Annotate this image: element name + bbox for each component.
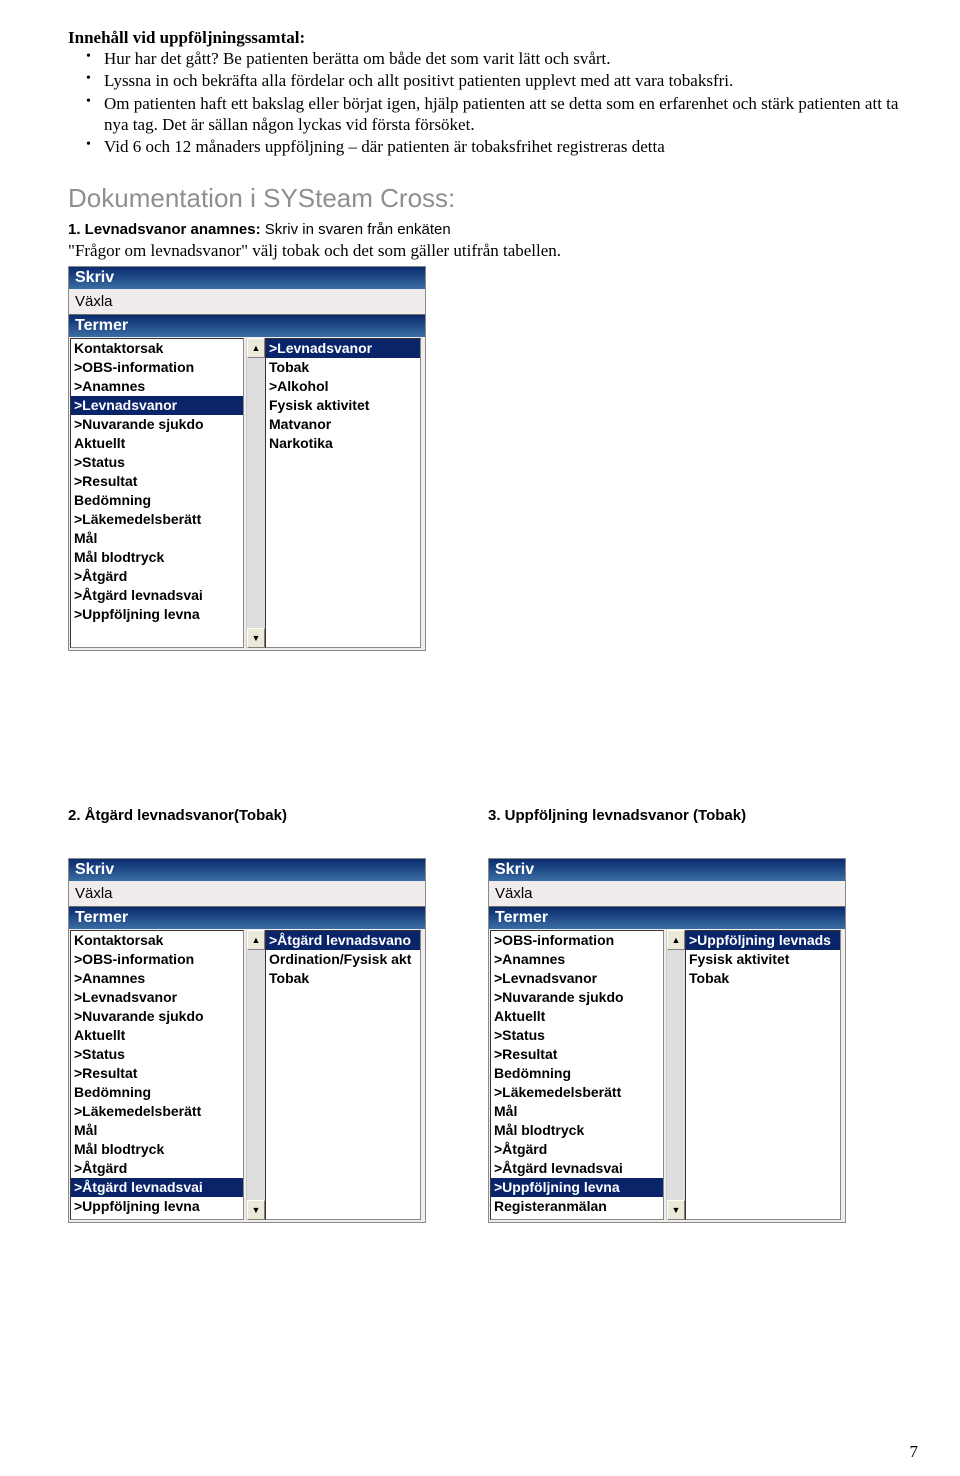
list-item[interactable]: >Status [71, 453, 243, 472]
list-item[interactable]: Tobak [686, 969, 840, 988]
list-item[interactable]: >Levnadsvanor [71, 988, 243, 1007]
step2-heading: 2. Åtgärd levnadsvanor(Tobak) [68, 807, 428, 824]
list-item[interactable]: Mål [71, 529, 243, 548]
scroll-down-icon[interactable]: ▼ [247, 1200, 265, 1220]
list-item[interactable]: >Åtgärd levnadsvai [71, 586, 243, 605]
list-item[interactable]: Bedömning [491, 1064, 663, 1083]
list-item[interactable]: Narkotika [266, 434, 420, 453]
list-item[interactable]: Ordination/Fysisk akt [266, 950, 420, 969]
list-item[interactable]: >OBS-information [491, 931, 663, 950]
list-item[interactable]: >Anamnes [71, 969, 243, 988]
list-item[interactable]: >Levnadsvanor [491, 969, 663, 988]
step1-rest: Skriv in svaren från enkäten [261, 221, 451, 238]
scrollbar[interactable]: ▲ ▼ [246, 338, 265, 648]
list-item[interactable]: Kontaktorsak [71, 931, 243, 950]
screenshot-panel-3: Skriv Växla Termer >OBS-information>Anam… [488, 858, 846, 1223]
list-item[interactable]: >Åtgärd levnadsvai [71, 1178, 243, 1197]
scroll-down-icon[interactable]: ▼ [667, 1200, 685, 1220]
list-item[interactable]: >Uppföljning levnads [686, 931, 840, 950]
list-item: Vid 6 och 12 månaders uppföljning – där … [86, 136, 920, 157]
list-item[interactable]: >Nuvarande sjukdo [71, 1007, 243, 1026]
panel-header: Termer [69, 314, 425, 337]
list-item[interactable]: Mål [71, 1121, 243, 1140]
panel-header: Termer [69, 906, 425, 929]
list-item[interactable]: >Åtgärd [491, 1140, 663, 1159]
list-item[interactable]: >Åtgärd levnadsvano [266, 931, 420, 950]
list-item[interactable]: Tobak [266, 969, 420, 988]
term-list-right[interactable]: >Åtgärd levnadsvanoOrdination/Fysisk akt… [265, 930, 421, 1220]
term-list-right[interactable]: >Uppföljning levnadsFysisk aktivitetToba… [685, 930, 841, 1220]
screenshot-panel-2: Skriv Växla Termer Kontaktorsak>OBS-info… [68, 858, 426, 1223]
list-item[interactable]: >Åtgärd [71, 1159, 243, 1178]
list-item[interactable]: Tobak [266, 358, 420, 377]
bullet-list: Hur har det gått? Be patienten berätta o… [68, 48, 920, 157]
scrollbar[interactable]: ▲ ▼ [666, 930, 685, 1220]
list-item[interactable]: Registeranmälan [491, 1197, 663, 1216]
panel-title: Skriv [489, 859, 845, 881]
term-list-left[interactable]: Kontaktorsak>OBS-information>Anamnes>Lev… [70, 930, 244, 1220]
list-item[interactable]: Matvanor [266, 415, 420, 434]
list-item[interactable]: >Läkemedelsberätt [491, 1083, 663, 1102]
list-item: Om patienten haft ett bakslag eller börj… [86, 93, 920, 136]
doc-heading: Dokumentation i SYSteam Cross: [68, 183, 920, 214]
list-item[interactable]: Fysisk aktivitet [686, 950, 840, 969]
scroll-down-icon[interactable]: ▼ [247, 628, 265, 648]
list-item[interactable]: Aktuellt [491, 1007, 663, 1026]
list-item[interactable]: Kontaktorsak [71, 339, 243, 358]
list-item[interactable]: Mål blodtryck [71, 548, 243, 567]
list-item[interactable]: >Anamnes [491, 950, 663, 969]
list-item[interactable]: >Status [491, 1026, 663, 1045]
list-item[interactable]: >Uppföljning levna [71, 1197, 243, 1216]
list-item[interactable]: >Levnadsvanor [71, 396, 243, 415]
list-item[interactable]: Mål blodtryck [491, 1121, 663, 1140]
list-item: Lyssna in och bekräfta alla fördelar och… [86, 70, 920, 91]
panel-header: Termer [489, 906, 845, 929]
list-item[interactable]: >Anamnes [71, 377, 243, 396]
panel-sub: Växla [489, 881, 845, 906]
list-item[interactable]: >OBS-information [71, 358, 243, 377]
screenshot-panel-1: Skriv Växla Termer Kontaktorsak>OBS-info… [68, 266, 426, 651]
list-item[interactable]: >Uppföljning levna [71, 605, 243, 624]
scroll-up-icon[interactable]: ▲ [667, 930, 685, 950]
step1-text: 1. Levnadsvanor anamnes: Skriv in svaren… [68, 220, 920, 262]
step1-lead: 1. Levnadsvanor anamnes: [68, 221, 261, 238]
step1-line2: "Frågor om levnadsvanor" välj tobak och … [68, 241, 561, 260]
page-number: 7 [910, 1442, 919, 1462]
scroll-up-icon[interactable]: ▲ [247, 338, 265, 358]
list-item[interactable]: >Nuvarande sjukdo [71, 415, 243, 434]
panel-sub: Växla [69, 289, 425, 314]
list-item[interactable]: Mål blodtryck [71, 1140, 243, 1159]
list-item[interactable]: >Uppföljning levna [491, 1178, 663, 1197]
list-item[interactable]: >Resultat [491, 1045, 663, 1064]
list-item[interactable]: Mål [491, 1102, 663, 1121]
section-title: Innehåll vid uppföljningssamtal: [68, 28, 920, 48]
list-item[interactable]: >Levnadsvanor [266, 339, 420, 358]
term-list-right[interactable]: >LevnadsvanorTobak>AlkoholFysisk aktivit… [265, 338, 421, 648]
step3-heading: 3. Uppföljning levnadsvanor (Tobak) [488, 807, 848, 824]
list-item[interactable]: >Status [71, 1045, 243, 1064]
list-item[interactable]: >Resultat [71, 472, 243, 491]
panel-title: Skriv [69, 267, 425, 289]
scroll-up-icon[interactable]: ▲ [247, 930, 265, 950]
term-list-left[interactable]: Kontaktorsak>OBS-information>Anamnes>Lev… [70, 338, 244, 648]
list-item[interactable]: >Åtgärd levnadsvai [491, 1159, 663, 1178]
list-item[interactable]: >Läkemedelsberätt [71, 1102, 243, 1121]
panel-sub: Växla [69, 881, 425, 906]
list-item[interactable]: >Resultat [71, 1064, 243, 1083]
panel-title: Skriv [69, 859, 425, 881]
list-item[interactable]: >Läkemedelsberätt [71, 510, 243, 529]
list-item[interactable]: Aktuellt [71, 434, 243, 453]
list-item[interactable]: Bedömning [71, 491, 243, 510]
list-item[interactable]: >Nuvarande sjukdo [491, 988, 663, 1007]
list-item[interactable]: Fysisk aktivitet [266, 396, 420, 415]
list-item[interactable]: Aktuellt [71, 1026, 243, 1045]
list-item[interactable]: >Åtgärd [71, 567, 243, 586]
list-item: Hur har det gått? Be patienten berätta o… [86, 48, 920, 69]
scrollbar[interactable]: ▲ ▼ [246, 930, 265, 1220]
list-item[interactable]: >OBS-information [71, 950, 243, 969]
term-list-left[interactable]: >OBS-information>Anamnes>Levnadsvanor>Nu… [490, 930, 664, 1220]
list-item[interactable]: >Alkohol [266, 377, 420, 396]
list-item[interactable]: Bedömning [71, 1083, 243, 1102]
